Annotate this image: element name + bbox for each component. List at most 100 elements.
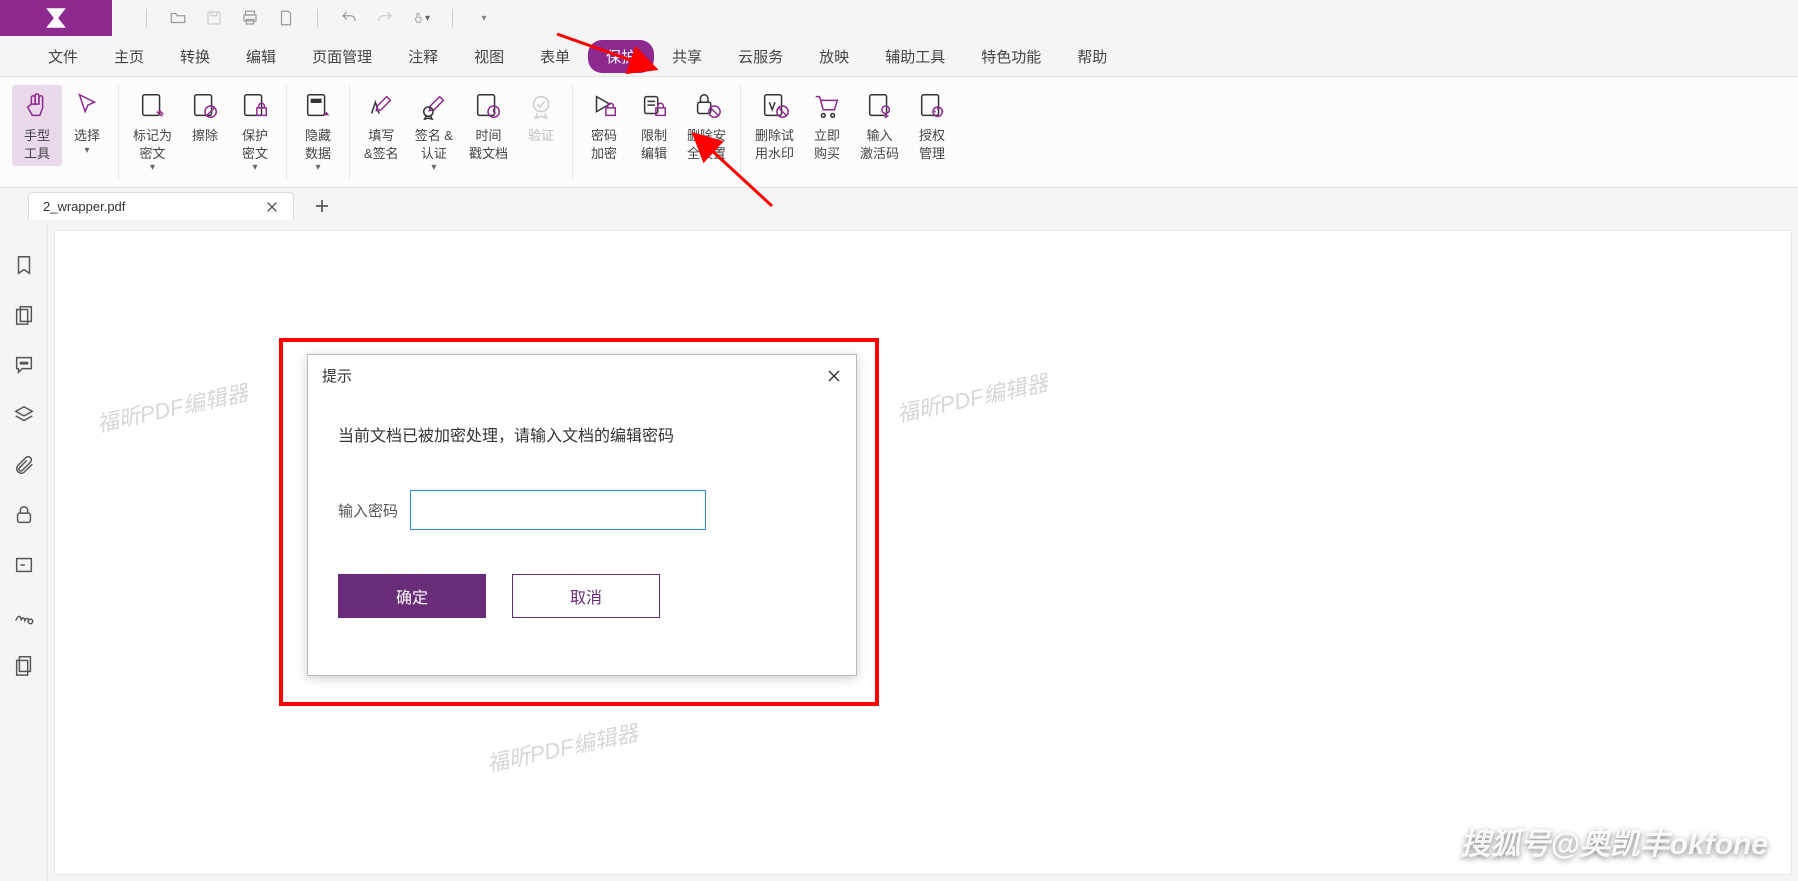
- ribbon-label: 手型 工具: [24, 127, 50, 162]
- ribbon-sign-cert[interactable]: 签名 & 认证▾: [407, 85, 461, 177]
- attachment-icon[interactable]: [13, 454, 35, 476]
- close-icon[interactable]: [826, 368, 842, 384]
- ribbon-erase[interactable]: 擦除: [180, 85, 230, 149]
- comment-icon[interactable]: [13, 354, 35, 376]
- chevron-down-icon: ▾: [84, 145, 89, 156]
- ribbon-protect-redact[interactable]: 保护 密文▾: [230, 85, 280, 177]
- menu-item-10[interactable]: 云服务: [720, 40, 801, 73]
- enter-code-icon: [863, 89, 897, 123]
- ribbon-mark-redact[interactable]: 标记为 密文▾: [125, 85, 180, 177]
- ribbon-validate: 验证: [516, 85, 566, 149]
- ribbon-label: 验证: [528, 127, 554, 145]
- menu-item-5[interactable]: 注释: [390, 40, 456, 73]
- ribbon-buy-now[interactable]: 立即 购买: [802, 85, 852, 166]
- add-tab-icon[interactable]: [314, 198, 330, 214]
- hand-tool-icon: [20, 89, 54, 123]
- open-icon[interactable]: [169, 9, 187, 27]
- erase-icon: [188, 89, 222, 123]
- password-label: 输入密码: [338, 500, 398, 521]
- clipboard-icon[interactable]: [13, 654, 35, 676]
- document-tab[interactable]: 2_wrapper.pdf: [28, 192, 294, 220]
- dialog-title: 提示: [322, 365, 352, 386]
- app-logo: [0, 0, 112, 36]
- ribbon-fill-sign[interactable]: 填写 &签名: [356, 85, 407, 166]
- ribbon-label: 隐藏 数据: [305, 127, 331, 162]
- ok-button[interactable]: 确定: [338, 574, 486, 618]
- customize-icon[interactable]: ▾: [475, 9, 493, 27]
- ribbon-license-mgmt[interactable]: 授权 管理: [907, 85, 957, 166]
- print-icon[interactable]: [241, 9, 259, 27]
- separator: [317, 9, 318, 27]
- ribbon: 手型 工具选择▾标记为 密文▾擦除保护 密文▾隐藏 数据▾填写 &签名签名 & …: [0, 76, 1798, 188]
- ribbon-password-encrypt[interactable]: 密码 加密: [579, 85, 629, 166]
- remove-security-icon: [690, 89, 724, 123]
- menu-item-3[interactable]: 编辑: [228, 40, 294, 73]
- undo-icon[interactable]: [340, 9, 358, 27]
- ribbon-group-0: 手型 工具选择▾: [6, 85, 119, 181]
- close-icon[interactable]: [265, 200, 279, 214]
- menu-item-6[interactable]: 视图: [456, 40, 522, 73]
- ribbon-group-2: 隐藏 数据▾: [287, 85, 350, 181]
- timestamp-icon: [471, 89, 505, 123]
- security-icon[interactable]: [13, 504, 35, 526]
- menu-item-14[interactable]: 帮助: [1059, 40, 1125, 73]
- menu-bar: 文件主页转换编辑页面管理注释视图表单保护共享云服务放映辅助工具特色功能帮助: [0, 36, 1798, 76]
- ribbon-remove-trial-wm[interactable]: 删除试 用水印: [747, 85, 802, 166]
- remove-trial-wm-icon: [758, 89, 792, 123]
- protect-redact-icon: [238, 89, 272, 123]
- touch-icon[interactable]: ▾: [412, 9, 430, 27]
- bookmark-icon[interactable]: [13, 254, 35, 276]
- ribbon-restrict-edit[interactable]: 限制 编辑: [629, 85, 679, 166]
- ribbon-hidden-data[interactable]: 隐藏 数据▾: [293, 85, 343, 177]
- ribbon-label: 立即 购买: [814, 127, 840, 162]
- layers-icon[interactable]: [13, 404, 35, 426]
- ribbon-enter-code[interactable]: 输入 激活码: [852, 85, 907, 166]
- ribbon-timestamp[interactable]: 时间 戳文档: [461, 85, 516, 166]
- menu-item-1[interactable]: 主页: [96, 40, 162, 73]
- redo-icon[interactable]: [376, 9, 394, 27]
- ribbon-label: 填写 &签名: [364, 127, 399, 162]
- pages-icon[interactable]: [13, 304, 35, 326]
- password-input[interactable]: [410, 490, 706, 530]
- ribbon-remove-security[interactable]: 删除安 全设置: [679, 85, 734, 166]
- signature-icon[interactable]: [13, 604, 35, 626]
- license-mgmt-icon: [915, 89, 949, 123]
- field-icon[interactable]: [13, 554, 35, 576]
- ribbon-label: 选择: [74, 127, 100, 145]
- menu-item-9[interactable]: 共享: [654, 40, 720, 73]
- save-icon[interactable]: [205, 9, 223, 27]
- password-encrypt-icon: [587, 89, 621, 123]
- restrict-edit-icon: [637, 89, 671, 123]
- ribbon-select-tool[interactable]: 选择▾: [62, 85, 112, 160]
- menu-item-8[interactable]: 保护: [588, 40, 654, 73]
- separator: [452, 9, 453, 27]
- page-icon[interactable]: [277, 9, 295, 27]
- workspace: 福昕PDF编辑器 福昕PDF编辑器 福昕PDF编辑器: [0, 224, 1798, 881]
- mark-redact-icon: [136, 89, 170, 123]
- ribbon-label: 限制 编辑: [641, 127, 667, 162]
- ribbon-hand-tool[interactable]: 手型 工具: [12, 85, 62, 166]
- menu-item-4[interactable]: 页面管理: [294, 40, 390, 73]
- menu-item-11[interactable]: 放映: [801, 40, 867, 73]
- ribbon-label: 擦除: [192, 127, 218, 145]
- ribbon-label: 时间 戳文档: [469, 127, 508, 162]
- cancel-button[interactable]: 取消: [512, 574, 660, 618]
- menu-item-7[interactable]: 表单: [522, 40, 588, 73]
- ribbon-label: 输入 激活码: [860, 127, 899, 162]
- attribution: 搜狐号@奥凯丰okfone: [1460, 819, 1768, 863]
- ribbon-label: 保护 密文: [242, 127, 268, 162]
- chevron-down-icon: ▾: [253, 162, 258, 173]
- side-panel: [0, 224, 48, 881]
- separator: [146, 9, 147, 27]
- menu-item-2[interactable]: 转换: [162, 40, 228, 73]
- ribbon-label: 删除试 用水印: [755, 127, 794, 162]
- document-tab-strip: 2_wrapper.pdf: [0, 188, 1798, 224]
- ribbon-group-3: 填写 &签名签名 & 认证▾时间 戳文档 验证: [350, 85, 573, 181]
- ribbon-label: 签名 & 认证: [415, 127, 453, 162]
- menu-item-13[interactable]: 特色功能: [963, 40, 1059, 73]
- menu-item-0[interactable]: 文件: [30, 40, 96, 73]
- menu-item-12[interactable]: 辅助工具: [867, 40, 963, 73]
- validate-icon: [524, 89, 558, 123]
- sign-cert-icon: [417, 89, 451, 123]
- hidden-data-icon: [301, 89, 335, 123]
